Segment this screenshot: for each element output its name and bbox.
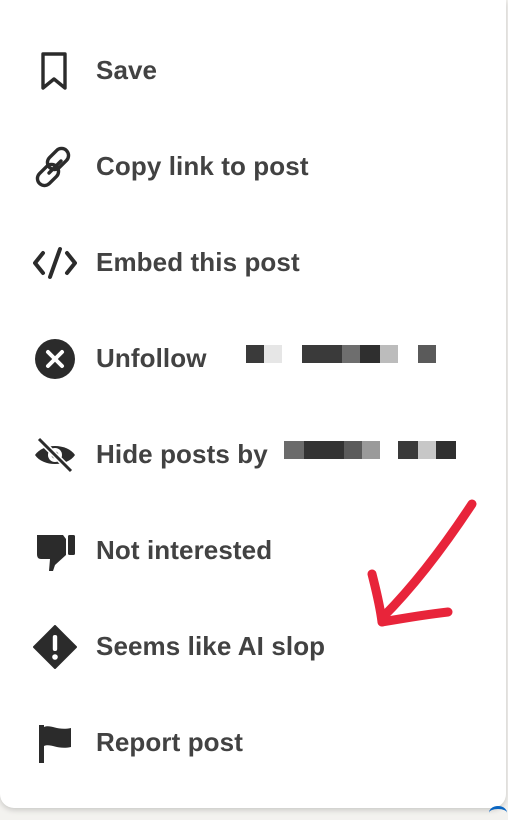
eye-slash-icon bbox=[33, 433, 77, 477]
menu-item-label: Seems like AI slop bbox=[96, 631, 326, 661]
link-icon bbox=[33, 145, 77, 189]
menu-item-label: Hide posts by bbox=[96, 439, 268, 469]
menu-item-report[interactable]: Report post bbox=[0, 693, 506, 789]
bookmark-icon bbox=[33, 49, 77, 93]
flag-icon bbox=[33, 721, 77, 765]
code-icon bbox=[33, 241, 77, 285]
menu-item-hide-posts[interactable]: Hide posts by bbox=[0, 405, 506, 501]
menu-item-label: Report post bbox=[96, 727, 243, 757]
alert-diamond-icon bbox=[33, 625, 77, 669]
thumbs-down-icon bbox=[33, 529, 77, 573]
post-options-menu: Save Copy link to post Embed this post U… bbox=[0, 0, 506, 808]
menu-item-label: Copy link to post bbox=[96, 151, 309, 181]
annotation-arrow-icon bbox=[367, 499, 477, 627]
close-circle-icon bbox=[33, 337, 77, 381]
menu-item-unfollow[interactable]: Unfollow bbox=[0, 309, 506, 405]
menu-item-save[interactable]: Save bbox=[0, 21, 506, 117]
menu-item-label: Save bbox=[96, 55, 158, 85]
menu-item-label: Embed this post bbox=[96, 247, 300, 277]
menu-item-label: Not interested bbox=[96, 535, 273, 565]
menu-item-embed[interactable]: Embed this post bbox=[0, 213, 506, 309]
menu-item-copy-link[interactable]: Copy link to post bbox=[0, 117, 506, 213]
menu-item-label: Unfollow bbox=[96, 343, 207, 373]
overlay-edge-icon bbox=[489, 806, 507, 820]
